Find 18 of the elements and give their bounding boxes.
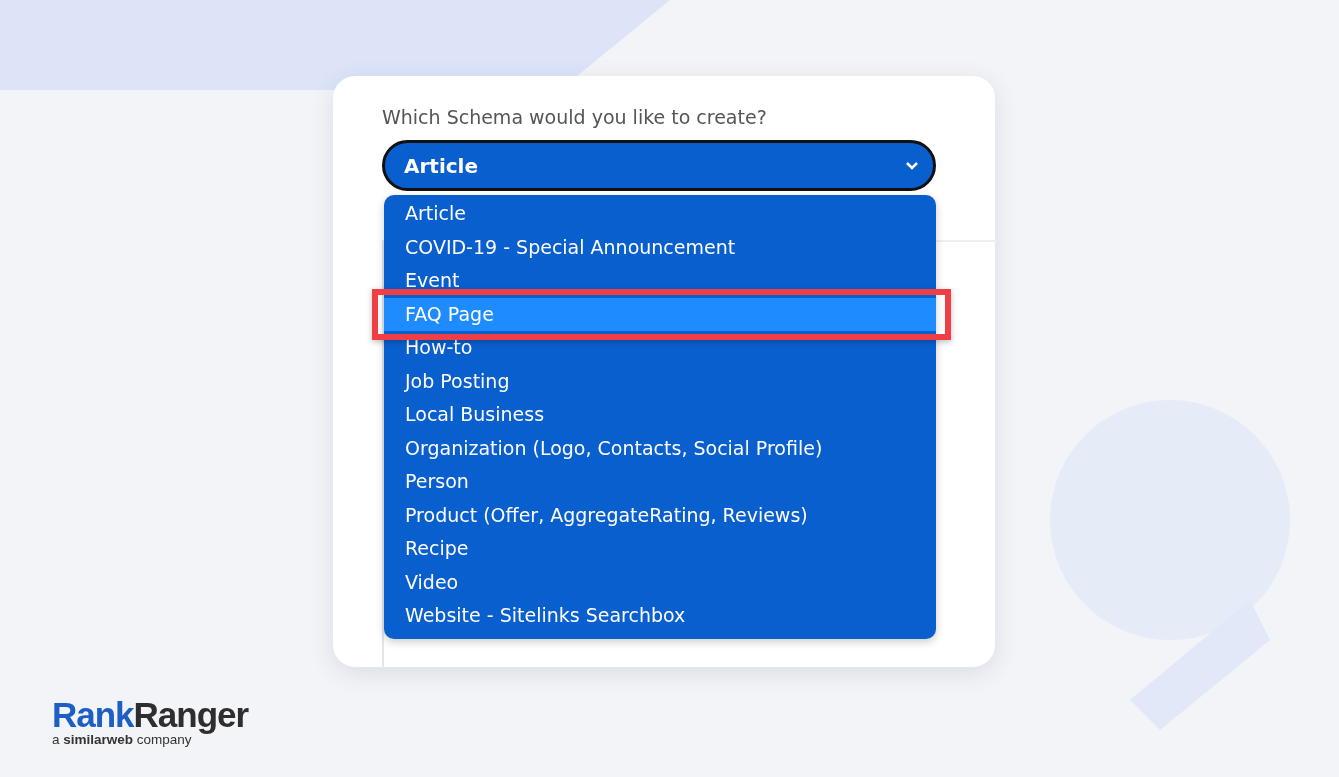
dropdown-option[interactable]: COVID-19 - Special Announcement (384, 230, 936, 264)
dropdown-option[interactable]: Article (384, 197, 936, 231)
dropdown-option[interactable]: FAQ Page (384, 297, 936, 331)
dropdown-option[interactable]: Person (384, 465, 936, 499)
dropdown-option[interactable]: Local Business (384, 398, 936, 432)
dropdown-option[interactable]: Product (Offer, AggregateRating, Reviews) (384, 498, 936, 532)
brand-tagline: a similarweb company (52, 732, 192, 747)
dropdown-option[interactable]: How-to (384, 331, 936, 365)
field-label: Which Schema would you like to create? (382, 106, 768, 128)
caret-icon (905, 160, 919, 171)
dropdown-option[interactable]: Recipe (384, 532, 936, 566)
dropdown-option[interactable]: Organization (Logo, Contacts, Social Profile) (384, 431, 936, 465)
dropdown-option[interactable]: Website - Sitelinks Searchbox (384, 599, 936, 633)
dropdown-option[interactable]: Job Posting (384, 364, 936, 398)
brand-logo: RankRanger (52, 697, 250, 732)
dropdown-option[interactable]: Video (384, 565, 936, 599)
dropdown-option[interactable]: Event (384, 264, 936, 298)
schema-dropdown[interactable]: Article (382, 140, 936, 191)
